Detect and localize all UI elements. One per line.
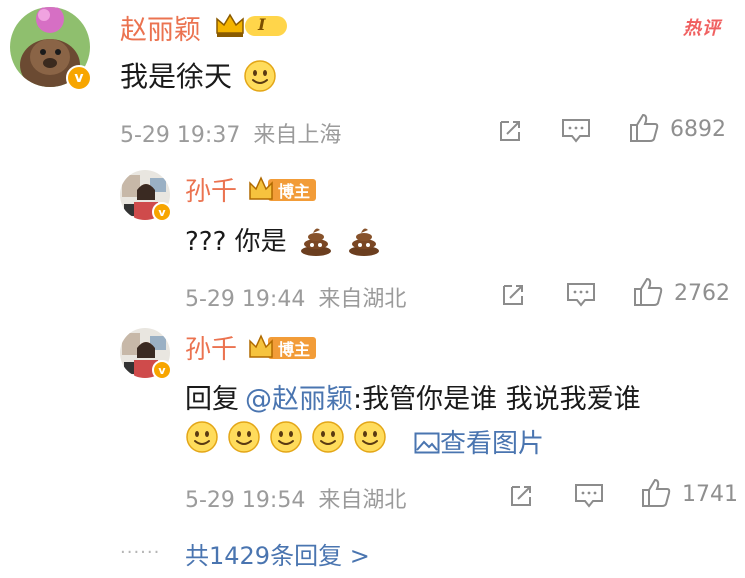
comment-icon[interactable] bbox=[561, 118, 591, 144]
comment-author[interactable]: 赵丽颖 bbox=[120, 8, 201, 47]
reply-date: 5-29 19:44 bbox=[185, 287, 306, 312]
comment-location: 来自上海 bbox=[253, 123, 342, 148]
view-image-text: 查看图片 bbox=[440, 429, 545, 459]
reply-location: 来自湖北 bbox=[318, 488, 407, 513]
comment-date: 5-29 19:37 bbox=[120, 123, 241, 148]
more-replies-link[interactable]: 共1429条回复 > bbox=[185, 536, 370, 571]
poop-emoji-icon bbox=[349, 228, 380, 256]
like-icon[interactable] bbox=[640, 477, 672, 509]
comment-text: 我是徐天 bbox=[120, 55, 277, 95]
smile-emoji-icon bbox=[244, 60, 276, 92]
reply-prefix: 回复 bbox=[185, 384, 239, 415]
comment-meta: 5-29 19:37 来自上海 bbox=[120, 117, 341, 149]
hot-comment-label: 热评 bbox=[683, 18, 721, 39]
comment-icon[interactable] bbox=[566, 282, 596, 308]
reply-author[interactable]: 孙千 bbox=[185, 329, 237, 366]
dots-divider: ······ bbox=[120, 542, 161, 563]
emoji-row bbox=[185, 420, 395, 454]
share-icon[interactable] bbox=[500, 282, 526, 306]
smile-emoji-icon bbox=[354, 421, 386, 453]
reply-author[interactable]: 孙千 bbox=[185, 171, 237, 208]
reply-text-content: :我管你是谁 我说我爱谁 bbox=[353, 384, 641, 415]
like-count: 2762 bbox=[674, 281, 730, 306]
reply-meta: 5-29 19:44 来自湖北 bbox=[185, 281, 406, 313]
smile-emoji-icon bbox=[228, 421, 260, 453]
comment-icon[interactable] bbox=[574, 483, 604, 509]
reply-text: 回复 @赵丽颖:我管你是谁 我说我爱谁 bbox=[185, 377, 641, 416]
reply-text: ??? 你是 bbox=[185, 221, 381, 258]
like-count: 1741 bbox=[682, 482, 738, 507]
like-icon[interactable] bbox=[628, 112, 660, 144]
like-count: 6892 bbox=[670, 117, 726, 142]
level-text: I bbox=[258, 15, 266, 34]
reply-location: 来自湖北 bbox=[318, 287, 407, 312]
share-icon[interactable] bbox=[497, 118, 523, 142]
smile-emoji-icon bbox=[312, 421, 344, 453]
smile-emoji-icon bbox=[270, 421, 302, 453]
verified-badge-icon: v bbox=[152, 202, 172, 222]
share-icon[interactable] bbox=[508, 483, 534, 507]
image-icon bbox=[414, 432, 440, 453]
verified-badge-icon: v bbox=[152, 360, 172, 380]
comment-text-content: 我是徐天 bbox=[120, 60, 233, 93]
reply-text-content: ??? 你是 bbox=[185, 227, 287, 257]
blogger-badge-text: 博主 bbox=[278, 340, 311, 359]
blogger-badge: 博主 bbox=[248, 175, 318, 203]
poop-emoji-icon bbox=[300, 228, 331, 256]
blogger-badge: 博主 bbox=[248, 333, 318, 361]
smile-emoji-icon bbox=[186, 421, 218, 453]
mention-link[interactable]: @赵丽颖 bbox=[245, 384, 353, 415]
like-icon[interactable] bbox=[632, 276, 664, 308]
reply-date: 5-29 19:54 bbox=[185, 488, 306, 513]
crown-level-badge: I bbox=[214, 11, 290, 39]
verified-badge-icon: v bbox=[66, 65, 92, 91]
view-image-link[interactable]: 查看图片 bbox=[414, 423, 544, 460]
reply-meta: 5-29 19:54 来自湖北 bbox=[185, 482, 406, 514]
blogger-badge-text: 博主 bbox=[278, 182, 311, 201]
